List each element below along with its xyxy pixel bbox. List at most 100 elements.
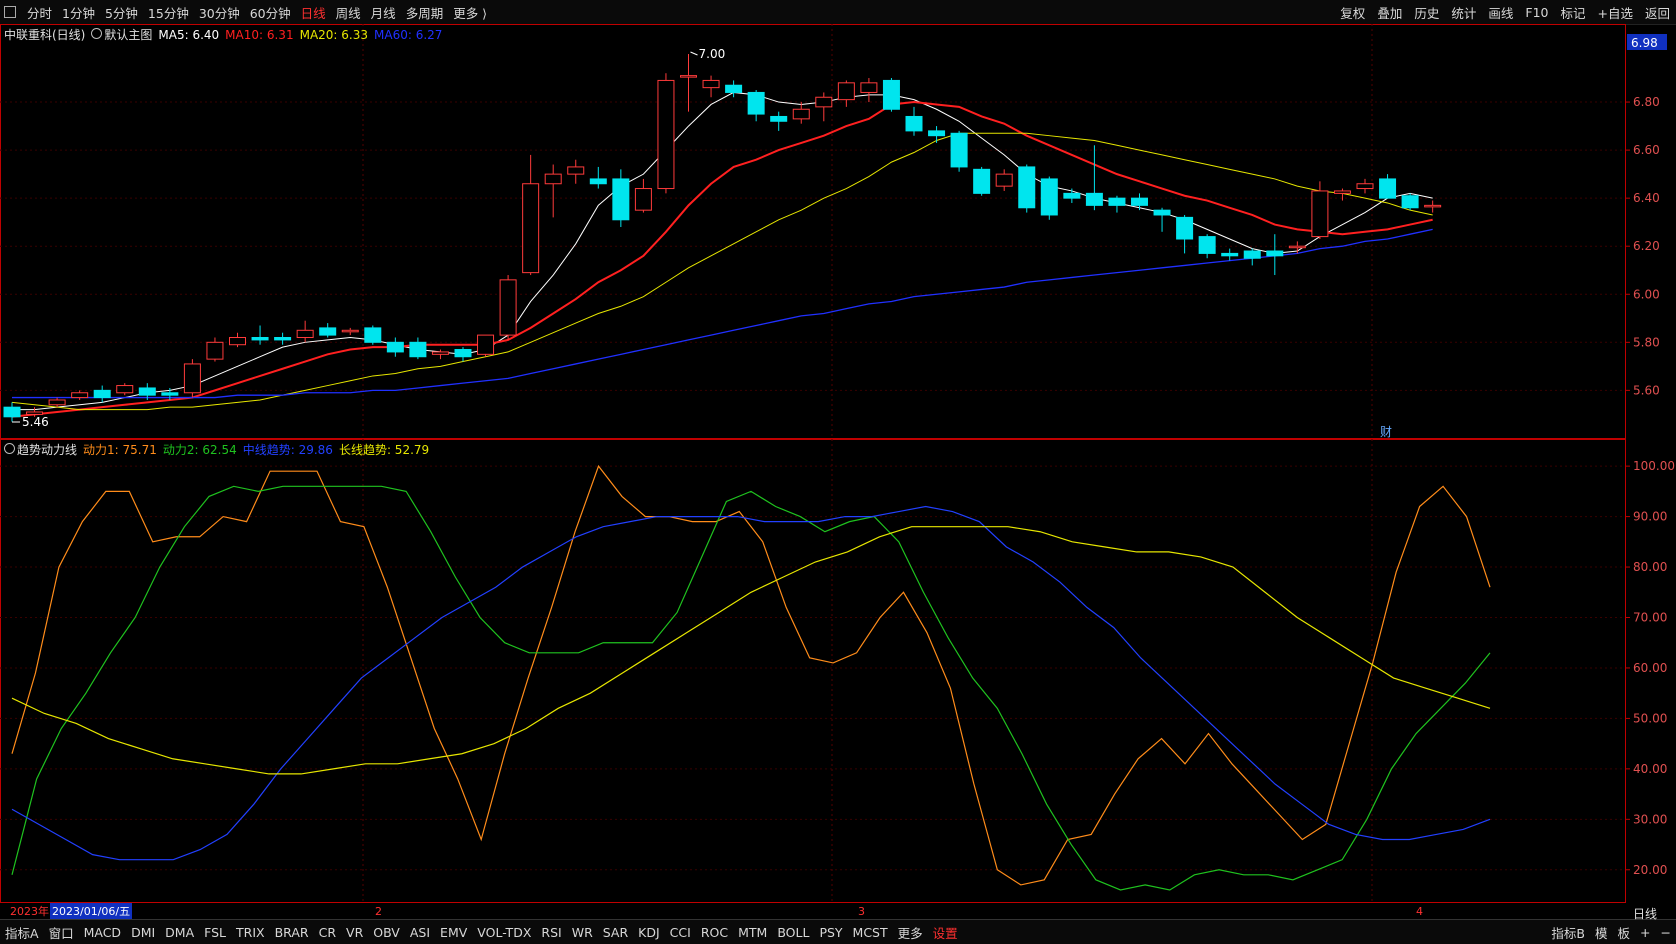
ma5-line [12,91,1433,411]
tool-button-4[interactable]: 画线 [1482,3,1519,22]
tool-button-0[interactable]: 复权 [1334,3,1371,22]
indicator-tab-20[interactable]: MTM [733,925,772,940]
indicator-tab-5[interactable]: FSL [199,925,231,940]
candle [544,164,562,218]
settings-circle-icon [4,443,15,454]
candle-body [612,178,630,221]
candle-body [1085,192,1103,206]
indicator-tab-14[interactable]: RSI [536,925,566,940]
candle-body [206,341,224,360]
indicator-tab-17[interactable]: KDJ [633,925,665,940]
candle [995,169,1013,191]
period-tab-9[interactable]: 多周期 [401,3,449,22]
indicator-tab-2[interactable]: MACD [79,925,126,940]
period-tab-8[interactable]: 月线 [366,3,401,22]
indicator-tab-6[interactable]: TRIX [231,925,270,940]
candle [522,154,540,276]
indicator-tick-label: 70.00 [1633,611,1667,625]
candle-body [995,173,1013,187]
candle [296,320,314,343]
month-label-3: 3 [858,904,865,918]
period-tab-3[interactable]: 15分钟 [143,3,194,22]
tool-button-1[interactable]: 叠加 [1371,3,1408,22]
indicator-tab-4[interactable]: DMA [160,925,199,940]
indicator-tab-16[interactable]: SAR [598,925,633,940]
candle [1379,174,1397,199]
main-tick-label: 6.00 [1633,287,1660,301]
d2-label: 动力2: 62.54 [162,443,237,457]
tool-button-6[interactable]: 标记 [1554,3,1591,22]
indicator-tick-label: 20.00 [1633,863,1667,877]
indicator-tab-18[interactable]: CCI [665,925,696,940]
indicator-tab-11[interactable]: ASI [405,925,435,940]
indicator-tab-13[interactable]: VOL-TDX [472,925,536,940]
stock-name: 中联重科(日线) [4,28,86,42]
period-tab-4[interactable]: 30分钟 [194,3,245,22]
indicator-tick-label: 80.00 [1633,560,1667,574]
indicator-tab-19[interactable]: ROC [696,925,733,940]
candlestick-chart[interactable]: 5.60 5.80 6.00 6.20 6.40 6.60 6.80 7.00 5.46 财 6.9… [0,24,1676,439]
indicator-chart[interactable]: 20.00 30.00 40.00 50.00 60.00 70.00 80.00 90.00… [0,439,1676,903]
indicator-tab-23[interactable]: MCST [848,925,893,940]
period-tab-1[interactable]: 1分钟 [57,3,100,22]
period-tab-2[interactable]: 5分钟 [100,3,143,22]
indicator-tab-21[interactable]: BOLL [772,925,814,940]
tool-button-7[interactable]: +自选 [1592,3,1639,22]
indicator-tab-22[interactable]: PSY [814,925,847,940]
indicator-right-0[interactable]: 指标B [1546,923,1590,942]
candle [3,402,21,422]
indicator-tab-12[interactable]: EMV [435,925,472,940]
indicator-series-0 [11,464,1491,886]
ma10-line [11,101,1433,418]
tool-button-2[interactable]: 历史 [1408,3,1445,22]
d1-label: 动力1: 75.71 [83,443,157,457]
candle-body [229,337,246,346]
indicator-right-3[interactable]: + [1635,925,1655,940]
period-tab-5[interactable]: 60分钟 [245,3,296,22]
candle-body [882,79,900,110]
tool-button-5[interactable]: F10 [1519,5,1554,20]
candle-body [1424,204,1442,208]
candle [409,337,427,360]
cursor-date: 2023/01/06/五 [50,903,133,919]
period-tab-6[interactable]: 日线 [296,3,331,22]
indicator-right-1[interactable]: 模 [1590,923,1613,942]
candle-body [274,337,292,341]
indicator-tab-15[interactable]: WR [567,925,598,940]
main-tick-label: 5.60 [1633,383,1660,397]
indicator-tab-0[interactable]: 指标A [0,923,44,942]
ma10-label: MA10: 6.31 [225,27,294,42]
indicator-tab-3[interactable]: DMI [126,925,160,940]
period-label: 日线 [1633,907,1658,921]
candle-body [725,84,743,93]
period-tab-0[interactable]: 分时 [22,3,57,22]
candle [1040,176,1058,220]
candle [1085,145,1103,211]
date-axis: 2023年 2023/01/06/五 2 3 4 [0,903,1625,919]
tool-button-8[interactable]: 返回 [1639,3,1676,22]
indicator-name[interactable]: 趋势动力线 [4,441,77,458]
indicator-tab-24[interactable]: 更多 [893,923,928,942]
indicator-tab-7[interactable]: BRAR [270,925,314,940]
template-selector[interactable]: 默认主图 [91,26,152,43]
candle-body [296,329,314,339]
candle-body [747,91,765,115]
indicator-tab-9[interactable]: VR [341,925,368,940]
indicator-right-2[interactable]: 板 [1613,923,1636,942]
candle-body [477,334,495,355]
indicator-tab-8[interactable]: CR [314,925,341,940]
candle [770,111,788,131]
indicator-tab-10[interactable]: OBV [368,925,405,940]
top-toolbar: 分时 1分钟 5分钟 15分钟 30分钟 60分钟 日线 周线 月线 多周期 更多 ⟩ 复权 叠加 历史… [0,0,1676,25]
period-tab-7[interactable]: 周线 [331,3,366,22]
window-icon[interactable] [4,6,16,18]
candle-body [364,327,382,343]
indicator-tab-25[interactable]: 设置 [928,923,963,942]
period-tab-10[interactable]: 更多 ⟩ [448,3,492,22]
candle [48,397,66,408]
tool-button-3[interactable]: 统计 [1445,3,1482,22]
candle [612,169,630,227]
candle-body [1063,192,1081,199]
indicator-right-4[interactable]: − [1656,925,1676,940]
indicator-tab-1[interactable]: 窗口 [44,923,79,942]
